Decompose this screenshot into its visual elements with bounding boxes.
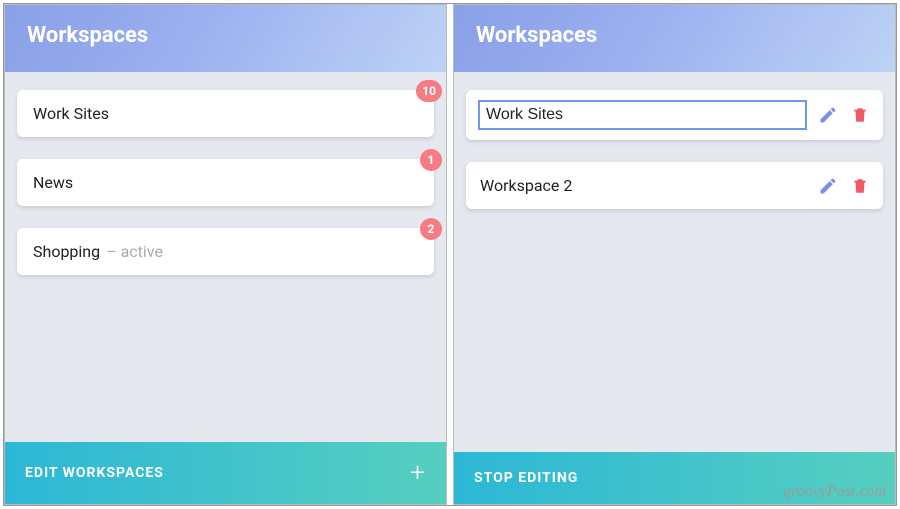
side-by-side-frame: Workspaces Work Sites 10 News 1 Shopping… bbox=[3, 3, 897, 506]
count-badge: 1 bbox=[420, 149, 442, 171]
workspaces-panel-edit: Workspaces Workspace 2 bbox=[453, 4, 896, 505]
workspaces-panel-view: Workspaces Work Sites 10 News 1 Shopping… bbox=[4, 4, 447, 505]
trash-icon[interactable] bbox=[849, 175, 871, 197]
footer-label: EDIT WORKSPACES bbox=[25, 465, 164, 481]
panel-title: Workspaces bbox=[27, 23, 424, 48]
count-badge: 10 bbox=[416, 80, 442, 102]
workspace-item[interactable]: Shopping – active 2 bbox=[17, 228, 434, 275]
workspace-edit-list: Workspace 2 bbox=[454, 72, 895, 452]
workspace-list: Work Sites 10 News 1 Shopping – active 2 bbox=[5, 72, 446, 442]
workspace-edit-row bbox=[466, 90, 883, 140]
panel-title: Workspaces bbox=[476, 23, 873, 48]
workspace-name: Workspace 2 bbox=[478, 172, 807, 199]
panel-header: Workspaces bbox=[454, 5, 895, 72]
workspace-active-suffix: – active bbox=[106, 242, 163, 261]
workspace-item[interactable]: Work Sites 10 bbox=[17, 90, 434, 137]
edit-workspaces-button[interactable]: EDIT WORKSPACES + bbox=[5, 442, 446, 504]
workspace-edit-row: Workspace 2 bbox=[466, 162, 883, 209]
pencil-icon[interactable] bbox=[817, 175, 839, 197]
pencil-icon[interactable] bbox=[817, 104, 839, 126]
panel-header: Workspaces bbox=[5, 5, 446, 72]
trash-icon[interactable] bbox=[849, 104, 871, 126]
plus-icon[interactable]: + bbox=[410, 460, 426, 486]
count-badge: 2 bbox=[420, 218, 442, 240]
workspace-name: News bbox=[33, 173, 73, 192]
workspace-name: Shopping bbox=[33, 242, 100, 261]
footer-label: STOP EDITING bbox=[474, 470, 578, 486]
workspace-name: Work Sites bbox=[33, 104, 109, 123]
stop-editing-button[interactable]: STOP EDITING bbox=[454, 452, 895, 504]
workspace-name-input[interactable] bbox=[478, 100, 807, 130]
workspace-item[interactable]: News 1 bbox=[17, 159, 434, 206]
